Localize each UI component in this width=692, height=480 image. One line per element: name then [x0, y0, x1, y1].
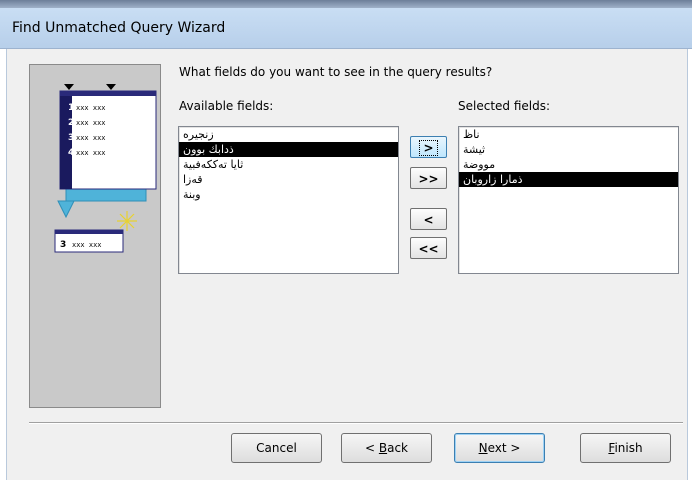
remove-field-button[interactable]: < — [410, 208, 447, 230]
unmatched-query-illustration: 1 2 3 4 xxx xxx xxx xxx xxx xxx xxx xxx … — [54, 84, 157, 253]
finish-button[interactable]: Finish — [580, 433, 671, 463]
svg-text:3: 3 — [60, 240, 66, 250]
window-title: Find Unmatched Query Wizard — [12, 20, 226, 36]
sparkle-icon — [117, 211, 137, 231]
svg-text:4: 4 — [68, 148, 74, 158]
cancel-button[interactable]: Cancel — [231, 433, 322, 463]
svg-text:xxx xxx: xxx xxx — [76, 104, 106, 112]
svg-text:xxx xxx: xxx xxx — [76, 119, 106, 127]
available-fields-label: Available fields: — [179, 99, 274, 113]
flow-arrow-head-icon — [57, 200, 75, 219]
list-item[interactable]: وبنة — [179, 187, 398, 202]
list-item[interactable]: زنجيره — [179, 127, 398, 142]
svg-text:1: 1 — [68, 103, 74, 113]
wizard-dialog: 1 2 3 4 xxx xxx xxx xxx xxx xxx xxx xxx … — [6, 49, 688, 480]
wizard-illustration-panel: 1 2 3 4 xxx xxx xxx xxx xxx xxx xxx xxx … — [29, 64, 161, 408]
wizard-prompt: What fields do you want to see in the qu… — [179, 65, 493, 79]
add-all-fields-button[interactable]: >> — [410, 167, 447, 189]
column-marker-icon — [106, 84, 116, 90]
list-item[interactable]: ناظ — [459, 127, 678, 142]
available-fields-list[interactable]: زنجيره ذدابك بوون ثايا تەككەفبية قەزا وبنة — [178, 126, 399, 274]
selected-fields-label: Selected fields: — [458, 99, 551, 113]
svg-text:xxx xxx: xxx xxx — [72, 241, 102, 249]
column-marker-icon — [64, 84, 74, 90]
svg-text:3: 3 — [68, 133, 74, 143]
list-item[interactable]: ثايا تەككەفبية — [179, 157, 398, 172]
window-top-strip — [0, 0, 692, 8]
list-item[interactable]: قەزا — [179, 172, 398, 187]
svg-text:xxx xxx: xxx xxx — [76, 134, 106, 142]
remove-all-fields-button[interactable]: << — [410, 237, 447, 259]
title-bar: Find Unmatched Query Wizard — [0, 8, 692, 49]
back-button[interactable]: < Back — [341, 433, 432, 463]
list-item[interactable]: ذمارا زاروبان — [459, 172, 678, 187]
add-field-button[interactable]: > — [410, 136, 447, 158]
footer-separator — [29, 422, 683, 424]
next-button[interactable]: Next > — [454, 433, 545, 463]
svg-text:2: 2 — [68, 118, 74, 128]
list-item[interactable]: ذدابك بوون — [179, 142, 398, 157]
svg-text:xxx xxx: xxx xxx — [76, 149, 106, 157]
list-item[interactable]: ثيشة — [459, 142, 678, 157]
list-item[interactable]: مووضة — [459, 157, 678, 172]
selected-fields-list[interactable]: ناظ ثيشة مووضة ذمارا زاروبان — [458, 126, 679, 274]
